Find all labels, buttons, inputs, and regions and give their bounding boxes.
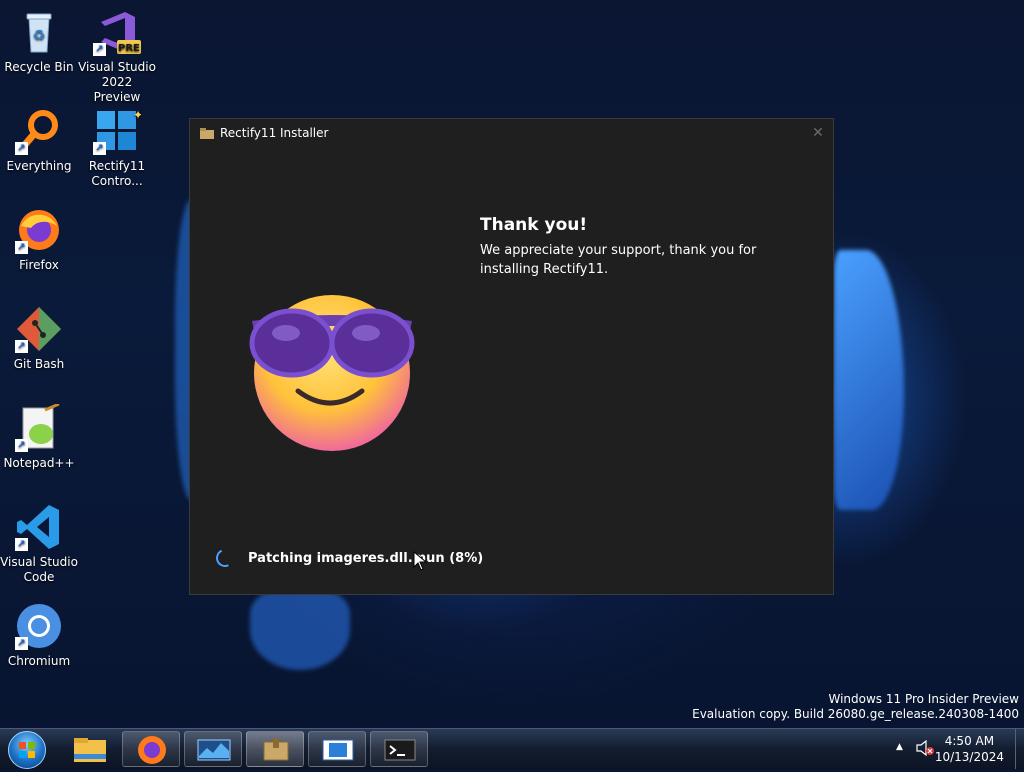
- wallpaper-bloom-bottom: [250, 590, 350, 670]
- desktop-icon-label: Visual Studio 2022 Preview: [78, 60, 156, 104]
- taskbar-firefox[interactable]: [122, 731, 180, 767]
- taskbar-media[interactable]: [308, 731, 366, 767]
- thank-you-message: We appreciate your support, thank you fo…: [480, 243, 757, 277]
- evaluation-watermark: Windows 11 Pro Insider Preview Evaluatio…: [692, 692, 1019, 722]
- taskbar: ▲ 4:50 AM 10/13/2024: [0, 728, 1024, 769]
- wallpaper-bloom-right: [834, 250, 904, 510]
- status-text: Patching imageres.dll.mun (8%): [248, 550, 484, 566]
- desktop-icon-label: Rectify11 Contro...: [88, 159, 146, 188]
- watermark-line-1: Windows 11 Pro Insider Preview: [828, 692, 1019, 706]
- vscode-icon: ↗: [15, 503, 63, 551]
- title-bar[interactable]: Rectify11 Installer ✕: [190, 119, 833, 147]
- system-tray: ▲ 4:50 AM 10/13/2024: [884, 729, 1024, 769]
- desktop-icon-git-bash[interactable]: ↗ Git Bash: [0, 305, 78, 372]
- git-bash-icon: ↗: [15, 305, 63, 353]
- installer-icon: [263, 738, 289, 761]
- desktop-icon-label: Firefox: [19, 258, 59, 272]
- firefox-icon: [138, 736, 166, 764]
- shortcut-arrow-icon: ↗: [93, 142, 106, 155]
- visual-studio-preview-icon: PRE ↗: [93, 8, 141, 56]
- shortcut-arrow-icon: ↗: [93, 43, 106, 56]
- media-icon: [322, 739, 354, 761]
- progress-status: Patching imageres.dll.mun (8%): [213, 546, 484, 570]
- clock-time: 4:50 AM: [944, 734, 995, 748]
- chromium-icon: ↗: [15, 602, 63, 650]
- taskbar-terminal[interactable]: [370, 731, 428, 767]
- everything-search-icon: ↗: [15, 107, 63, 155]
- clock[interactable]: 4:50 AM 10/13/2024: [935, 733, 1004, 765]
- preview-badge: PRE: [118, 43, 140, 54]
- file-explorer-icon: [74, 738, 106, 762]
- notepad-plus-plus-icon: ↗: [15, 402, 63, 452]
- desktop-icon-label: Git Bash: [13, 357, 65, 371]
- desktop-icon-notepad-plus-plus[interactable]: ↗ Notepad++: [0, 402, 78, 471]
- volume-muted-icon[interactable]: [916, 739, 934, 760]
- rectify11-control-icon: ✦ ↗: [93, 107, 143, 155]
- smiling-face-with-sunglasses-icon: [246, 291, 416, 451]
- window-title: Rectify11 Installer: [220, 126, 329, 140]
- show-hidden-icons-chevron-icon[interactable]: ▲: [896, 742, 903, 752]
- desktop-icon-label: Visual Studio Code: [0, 555, 78, 584]
- shortcut-arrow-icon: ↗: [15, 241, 28, 254]
- shortcut-arrow-icon: ↗: [15, 340, 28, 353]
- desktop-icon-label: Notepad++: [3, 456, 75, 470]
- desktop-icon-label: Recycle Bin: [4, 60, 74, 74]
- start-button[interactable]: [8, 731, 46, 769]
- mouse-cursor-icon: [413, 550, 428, 575]
- svg-text:♻: ♻: [33, 28, 46, 44]
- terminal-icon: [384, 739, 416, 761]
- taskbar-file-explorer[interactable]: [60, 731, 118, 767]
- desktop-icon-recycle-bin[interactable]: ♻ Recycle Bin: [0, 8, 78, 75]
- close-button[interactable]: ✕: [803, 125, 833, 141]
- recycle-bin-icon: ♻: [15, 8, 63, 56]
- firefox-icon: ↗: [15, 206, 63, 254]
- show-desktop-button[interactable]: [1015, 729, 1024, 769]
- desktop-icon-vscode[interactable]: ↗ Visual Studio Code: [0, 503, 78, 585]
- desktop-icon-rectify11-control[interactable]: ✦ ↗ Rectify11 Contro...: [78, 107, 156, 189]
- desktop-icon-everything[interactable]: ↗ Everything: [0, 107, 78, 174]
- clock-date: 10/13/2024: [934, 750, 1004, 764]
- shortcut-arrow-icon: ↗: [15, 637, 28, 650]
- desktop-icon-firefox[interactable]: ↗ Firefox: [0, 206, 78, 273]
- installer-icon: [200, 127, 214, 139]
- shortcut-arrow-icon: ↗: [15, 538, 28, 551]
- shortcut-arrow-icon: ↗: [15, 439, 28, 452]
- desktop-icon-chromium[interactable]: ↗ Chromium: [0, 602, 78, 669]
- installer-window: Rectify11 Installer ✕ Thank you! We appr…: [189, 118, 834, 595]
- task-manager-icon: [197, 739, 231, 761]
- desktop-icon-label: Everything: [6, 159, 72, 173]
- desktop-icon-label: Chromium: [7, 654, 71, 668]
- taskbar-installer[interactable]: [246, 731, 304, 767]
- shortcut-arrow-icon: ↗: [15, 142, 28, 155]
- desktop-icon-visual-studio-preview[interactable]: PRE ↗ Visual Studio 2022 Preview: [78, 8, 156, 105]
- taskbar-task-manager[interactable]: [184, 731, 242, 767]
- windows-logo-icon: [19, 742, 35, 758]
- watermark-line-2: Evaluation copy. Build 26080.ge_release.…: [692, 707, 1019, 721]
- loading-spinner-icon: [213, 546, 237, 570]
- thank-you-heading: Thank you!: [480, 215, 588, 235]
- svg-text:✦: ✦: [133, 108, 141, 122]
